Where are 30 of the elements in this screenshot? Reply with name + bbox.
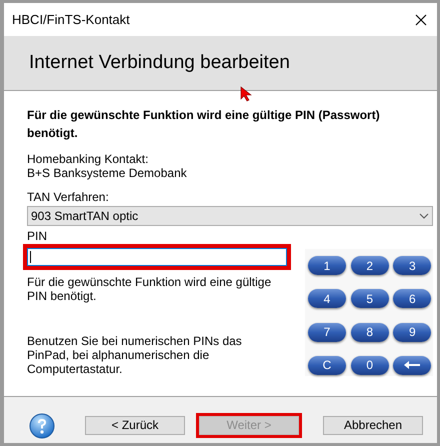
contact-value: B+S Banksysteme Demobank bbox=[27, 166, 188, 180]
pinpad-key[interactable]: 8 bbox=[350, 322, 389, 342]
contact-label: Homebanking Kontakt: bbox=[27, 152, 150, 166]
hint-text: Benutzen Sie bei numerischen PINs das PinPad, bei alphanumerischen die Computertastatur. bbox=[27, 334, 243, 376]
pinpad-key[interactable]: 2 bbox=[350, 256, 389, 275]
pin-field[interactable] bbox=[23, 244, 291, 270]
pin-help-text: Für die gewünschte Funktion wird eine gültige PIN benötigt. bbox=[27, 275, 272, 303]
pinpad-key[interactable]: 1 bbox=[308, 256, 346, 275]
pinpad-key[interactable]: 9 bbox=[393, 322, 432, 342]
pinpad-key[interactable]: 7 bbox=[308, 322, 346, 342]
chevron-down-icon bbox=[419, 213, 429, 219]
pinpad-key[interactable]: 5 bbox=[350, 289, 389, 308]
message-text: Für die gewünschte Funktion wird eine gültige PIN (Passwort) benötigt. bbox=[27, 107, 381, 142]
mouse-cursor-icon bbox=[240, 86, 252, 102]
left-arrow-icon bbox=[404, 361, 420, 370]
pinpad-key[interactable]: 0 bbox=[350, 356, 389, 375]
tan-label: TAN Verfahren: bbox=[27, 190, 110, 204]
help-icon[interactable] bbox=[29, 413, 55, 439]
pinpad-key[interactable]: 4 bbox=[308, 289, 346, 308]
page-heading: Internet Verbindung bearbeiten bbox=[29, 50, 290, 75]
dialog-button[interactable]: < Zurück bbox=[85, 416, 185, 434]
pinpad-key[interactable]: C bbox=[308, 356, 346, 375]
window-title: HBCI/FinTS-Kontakt bbox=[12, 10, 130, 29]
dialog-button[interactable]: Abbrechen bbox=[323, 416, 423, 434]
pinpad-key[interactable]: 6 bbox=[393, 289, 432, 308]
close-icon[interactable] bbox=[415, 14, 427, 26]
pinpad-key[interactable]: 3 bbox=[393, 256, 432, 275]
tan-dropdown[interactable]: 903 SmartTAN optic bbox=[27, 206, 433, 226]
pin-label: PIN bbox=[27, 229, 48, 243]
backspace-key[interactable] bbox=[393, 356, 432, 375]
